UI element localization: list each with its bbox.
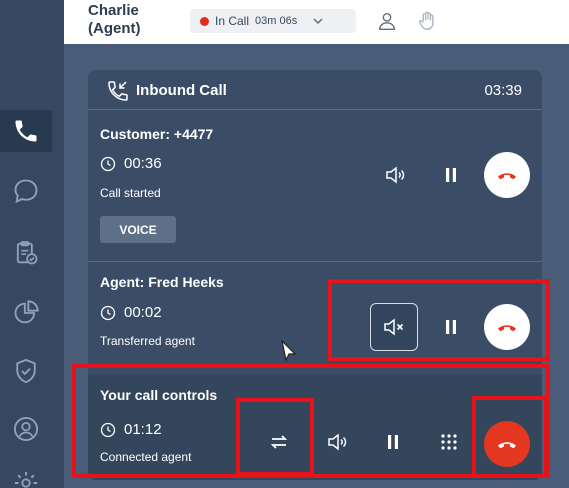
agent-section: Agent: Fred Heeks 00:02 Transferred agen… [88, 262, 542, 374]
hangup-icon [498, 442, 516, 449]
transfer-arrows-icon [270, 435, 288, 449]
nav-security[interactable] [0, 350, 52, 392]
customer-status-text: Call started [100, 186, 161, 200]
volume-button[interactable] [322, 427, 352, 457]
inbound-call-card: Inbound Call 03:39 Customer: +4477 00:36… [88, 70, 542, 480]
voice-badge: VOICE [100, 216, 176, 243]
agent-timer: 00:02 [124, 304, 162, 321]
raise-hand-icon[interactable] [416, 10, 438, 32]
status-duration: 03m 06s [255, 15, 298, 27]
customer-number: Customer: +4477 [100, 126, 214, 142]
transferred-agent-name: Agent: Fred Heeks [100, 274, 224, 290]
speaker-icon [386, 166, 405, 184]
pause-icon [446, 320, 456, 334]
end-call-button[interactable] [484, 421, 530, 467]
left-nav-rail [0, 0, 64, 488]
keypad-button[interactable] [434, 427, 464, 457]
agent-hangup-button[interactable] [484, 304, 530, 350]
hangup-icon [498, 173, 516, 180]
customer-timer-row: 00:36 [100, 155, 162, 172]
your-call-controls-panel: Your call controls 01:12 Connected agent [88, 375, 542, 480]
chat-icon [14, 179, 38, 204]
call-total-timer: 03:39 [484, 82, 522, 99]
user-circle-icon [13, 416, 39, 442]
pause-icon [388, 435, 398, 449]
pause-icon [446, 168, 456, 182]
controls-title: Your call controls [100, 387, 218, 403]
controls-timer: 01:12 [124, 421, 162, 438]
clock-icon [100, 156, 116, 171]
call-card-header: Inbound Call 03:39 [88, 70, 542, 110]
hangup-icon [498, 325, 516, 332]
phone-icon [15, 120, 37, 142]
call-title: Inbound Call [136, 82, 227, 99]
clock-icon [100, 305, 116, 320]
agent-hold-button[interactable] [436, 312, 466, 342]
nav-tasks[interactable] [0, 232, 52, 274]
transfer-button[interactable] [264, 427, 294, 457]
clipboard-check-icon [16, 241, 38, 265]
customer-timer: 00:36 [124, 155, 162, 172]
chevron-down-icon [313, 18, 323, 25]
hold-button[interactable] [378, 427, 408, 457]
shield-check-icon [16, 358, 36, 384]
agent-name: Charlie (Agent) [88, 2, 141, 37]
user-icon[interactable] [376, 10, 398, 32]
agent-mute-button[interactable] [370, 303, 418, 351]
clock-icon [100, 422, 116, 437]
customer-section: Customer: +4477 00:36 Call started VOICE [88, 110, 542, 260]
customer-hangup-button[interactable] [484, 152, 530, 198]
customer-volume-button[interactable] [380, 160, 410, 190]
call-status-dropdown[interactable]: In Call 03m 06s [190, 9, 356, 33]
gear-icon [14, 471, 38, 488]
nav-reports[interactable] [0, 292, 52, 334]
speaker-muted-icon [384, 318, 404, 336]
agent-timer-row: 00:02 [100, 304, 162, 321]
pie-chart-icon [14, 300, 39, 324]
status-label: In Call [215, 14, 250, 28]
mouse-cursor-icon [281, 340, 297, 362]
top-header: Charlie (Agent) In Call 03m 06s [64, 0, 569, 44]
phone-incoming-icon [108, 81, 128, 101]
customer-hold-button[interactable] [436, 160, 466, 190]
agent-status-text: Transferred agent [100, 334, 195, 348]
nav-chat[interactable] [0, 170, 52, 212]
controls-timer-row: 01:12 [100, 421, 162, 438]
controls-status-text: Connected agent [100, 450, 192, 464]
nav-settings[interactable] [0, 462, 52, 488]
status-dot [200, 16, 209, 26]
dialpad-icon [441, 434, 457, 450]
nav-calls[interactable] [0, 110, 52, 152]
speaker-icon [328, 433, 347, 451]
nav-profile[interactable] [0, 408, 52, 450]
